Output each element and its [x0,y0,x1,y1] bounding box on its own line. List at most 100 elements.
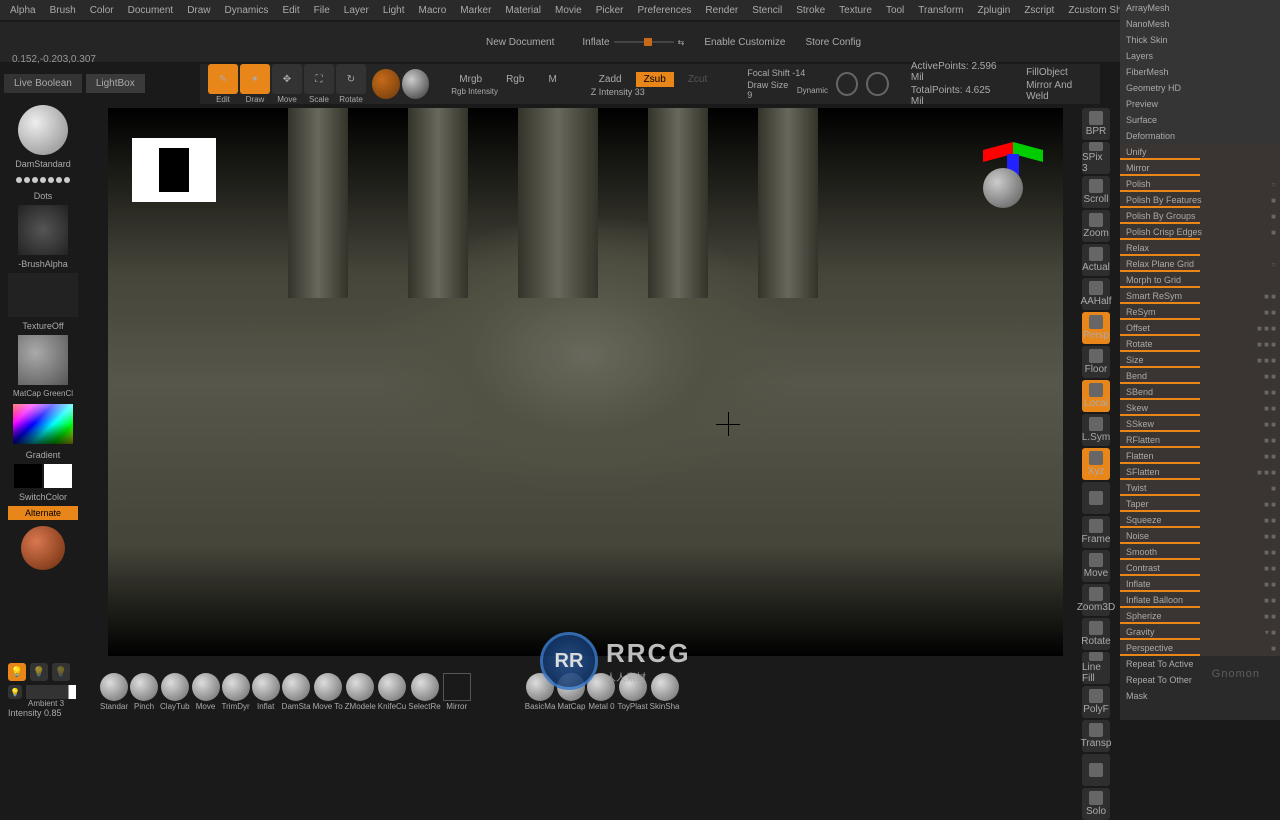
zcut-button[interactable]: Zcut [680,72,715,87]
live-boolean-button[interactable]: Live Boolean [4,74,82,93]
alpha-preview[interactable] [18,205,68,255]
light-1-toggle[interactable]: 💡 [8,663,26,681]
secondary-material[interactable] [21,526,65,570]
panel-offset[interactable]: Offset■ ■ ■ [1120,320,1280,336]
panel-bend[interactable]: Bend■ ■ [1120,368,1280,384]
texture-slot[interactable] [8,273,78,317]
panel-gravity[interactable]: Gravity▾ ■ [1120,624,1280,640]
new-document-button[interactable]: New Document [478,33,562,52]
panel-relax-plane-grid[interactable]: Relax Plane Grid○ [1120,256,1280,272]
dial-icon-1[interactable] [836,72,858,96]
move-mode-button[interactable]: ✥ [272,64,302,94]
menu-brush[interactable]: Brush [44,3,82,18]
menu-movie[interactable]: Movie [549,3,588,18]
swatch-black[interactable] [14,464,42,488]
menu-picker[interactable]: Picker [590,3,630,18]
store-config-button[interactable]: Store Config [805,37,861,48]
panel-inflate[interactable]: Inflate■ ■ [1120,576,1280,592]
panel-unify[interactable]: Unify [1120,144,1280,160]
panel-layers[interactable]: Layers [1120,48,1280,64]
edit-mode-button[interactable]: ✎ [208,64,238,94]
shelf-brush-move to[interactable]: Move To [313,673,343,711]
panel-nanomesh[interactable]: NanoMesh [1120,16,1280,32]
panel-size[interactable]: Size■ ■ ■ [1120,352,1280,368]
shelf-brush-inflat[interactable]: Inflat [252,673,280,711]
switch-color-label[interactable]: SwitchColor [8,490,78,504]
brush-preview[interactable] [18,105,68,155]
main-menu[interactable]: AlphaBrushColorDocumentDrawDynamicsEditF… [0,0,1280,20]
shelf-brush-trimdyr[interactable]: TrimDyr [222,673,250,711]
panel-flatten[interactable]: Flatten■ ■ [1120,448,1280,464]
menu-zscript[interactable]: Zscript [1018,3,1060,18]
nav-scroll[interactable]: Scroll [1082,176,1110,208]
swatch-white[interactable] [44,464,72,488]
ambient-slider[interactable] [26,685,76,699]
material-preview[interactable] [18,335,68,385]
panel-polish-crisp-edges[interactable]: Polish Crisp Edges■ [1120,224,1280,240]
inflate-slider[interactable] [614,41,674,43]
dynamic-toggle[interactable]: Dynamic [797,86,828,95]
panel-polish-by-groups[interactable]: Polish By Groups■ [1120,208,1280,224]
shelf-brush-knifecu[interactable]: KnifeCu [378,673,406,711]
menu-draw[interactable]: Draw [181,3,216,18]
focal-shift-slider[interactable]: Focal Shift -14 [747,68,828,78]
nav-zoom3d[interactable]: Zoom3D [1082,584,1110,616]
nav-l.sym[interactable]: L.Sym [1082,414,1110,446]
panel-mirror[interactable]: Mirror [1120,160,1280,176]
nav-aahalf[interactable]: AAHalf [1082,278,1110,310]
panel-perspective[interactable]: Perspective■ [1120,640,1280,656]
menu-layer[interactable]: Layer [338,3,375,18]
menu-color[interactable]: Color [84,3,120,18]
shelf-brush-claytub[interactable]: ClayTub [160,673,190,711]
lightbox-button[interactable]: LightBox [86,74,145,93]
shelf-brush-move[interactable]: Move [192,673,220,711]
z-intensity-label[interactable]: Z Intensity 33 [591,87,715,97]
nav-persp[interactable]: Persp [1082,312,1110,344]
nav-polyf[interactable]: PolyF [1082,686,1110,718]
panel-sskew[interactable]: SSkew■ ■ [1120,416,1280,432]
fill-object-button[interactable]: FillObject [1026,67,1092,78]
shelf-brush-pinch[interactable]: Pinch [130,673,158,711]
nav-btn19[interactable] [1082,754,1110,786]
zadd-button[interactable]: Zadd [591,72,630,87]
nav-btn11[interactable] [1082,482,1110,514]
dial-icon-2[interactable] [866,72,888,96]
panel-sbend[interactable]: SBend■ ■ [1120,384,1280,400]
panel-skew[interactable]: Skew■ ■ [1120,400,1280,416]
panel-surface[interactable]: Surface [1120,112,1280,128]
shelf-brush-zmodele[interactable]: ZModele [345,673,376,711]
light-4-toggle[interactable]: 💡 [8,685,22,699]
panel-geometry-hd[interactable]: Geometry HD [1120,80,1280,96]
menu-edit[interactable]: Edit [276,3,305,18]
scale-mode-button[interactable]: ⛶ [304,64,334,94]
panel-preview[interactable]: Preview [1120,96,1280,112]
panel-spherize[interactable]: Spherize■ ■ [1120,608,1280,624]
navigation-ball[interactable] [983,168,1023,208]
nav-floor[interactable]: Floor [1082,346,1110,378]
intensity-label[interactable]: Intensity 0.85 [8,708,76,718]
nav-spix-3[interactable]: SPix 3 [1082,142,1110,174]
nav-transp[interactable]: Transp [1082,720,1110,752]
menu-stencil[interactable]: Stencil [746,3,788,18]
nav-move[interactable]: Move [1082,550,1110,582]
menu-material[interactable]: Material [499,3,547,18]
material-preview-2[interactable] [402,69,430,99]
menu-render[interactable]: Render [699,3,744,18]
panel-taper[interactable]: Taper■ ■ [1120,496,1280,512]
nav-xyz[interactable]: Xyz [1082,448,1110,480]
panel-inflate-balloon[interactable]: Inflate Balloon■ ■ [1120,592,1280,608]
menu-texture[interactable]: Texture [833,3,878,18]
panel-thick-skin[interactable]: Thick Skin [1120,32,1280,48]
panel-rotate[interactable]: Rotate■ ■ ■ [1120,336,1280,352]
nav-solo[interactable]: Solo [1082,788,1110,820]
reference-thumbnail[interactable] [132,138,216,202]
stroke-preview[interactable] [8,173,78,187]
menu-light[interactable]: Light [377,3,411,18]
panel-mask[interactable]: Mask [1120,688,1280,704]
shelf-brush-standar[interactable]: Standar [100,673,128,711]
panel-polish[interactable]: Polish○ [1120,176,1280,192]
nav-actual[interactable]: Actual [1082,244,1110,276]
color-picker[interactable] [13,404,73,444]
nav-rotate[interactable]: Rotate [1082,618,1110,650]
material-preview-1[interactable] [372,69,400,99]
